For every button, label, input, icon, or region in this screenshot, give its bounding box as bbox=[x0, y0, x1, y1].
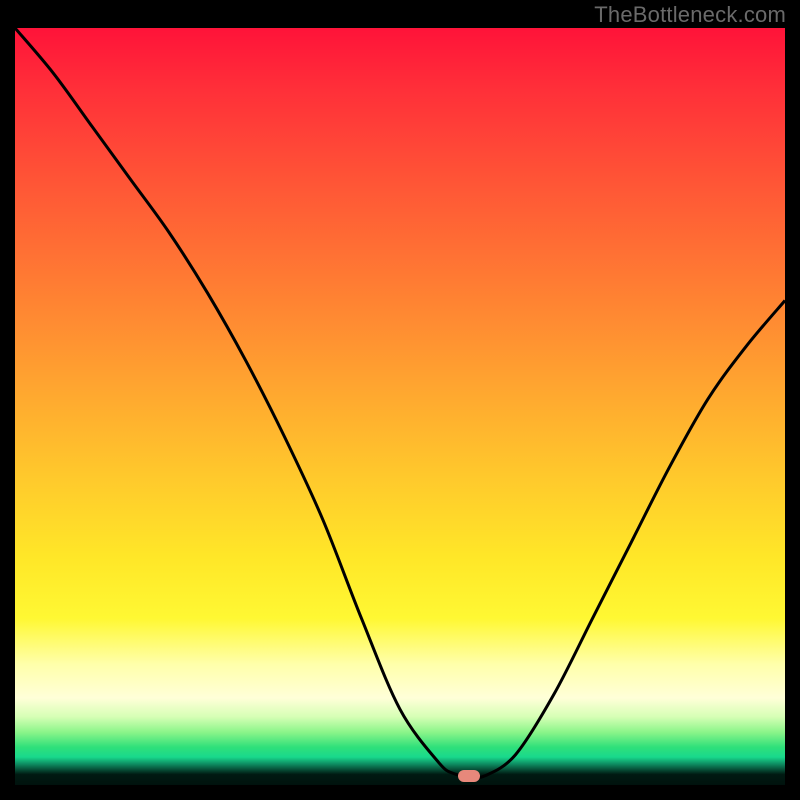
plot-area bbox=[15, 28, 785, 785]
curve-path bbox=[15, 28, 785, 778]
bottleneck-curve bbox=[15, 28, 785, 785]
watermark-text: TheBottleneck.com bbox=[594, 2, 786, 28]
chart-frame: TheBottleneck.com bbox=[0, 0, 800, 800]
optimum-marker bbox=[458, 770, 480, 782]
